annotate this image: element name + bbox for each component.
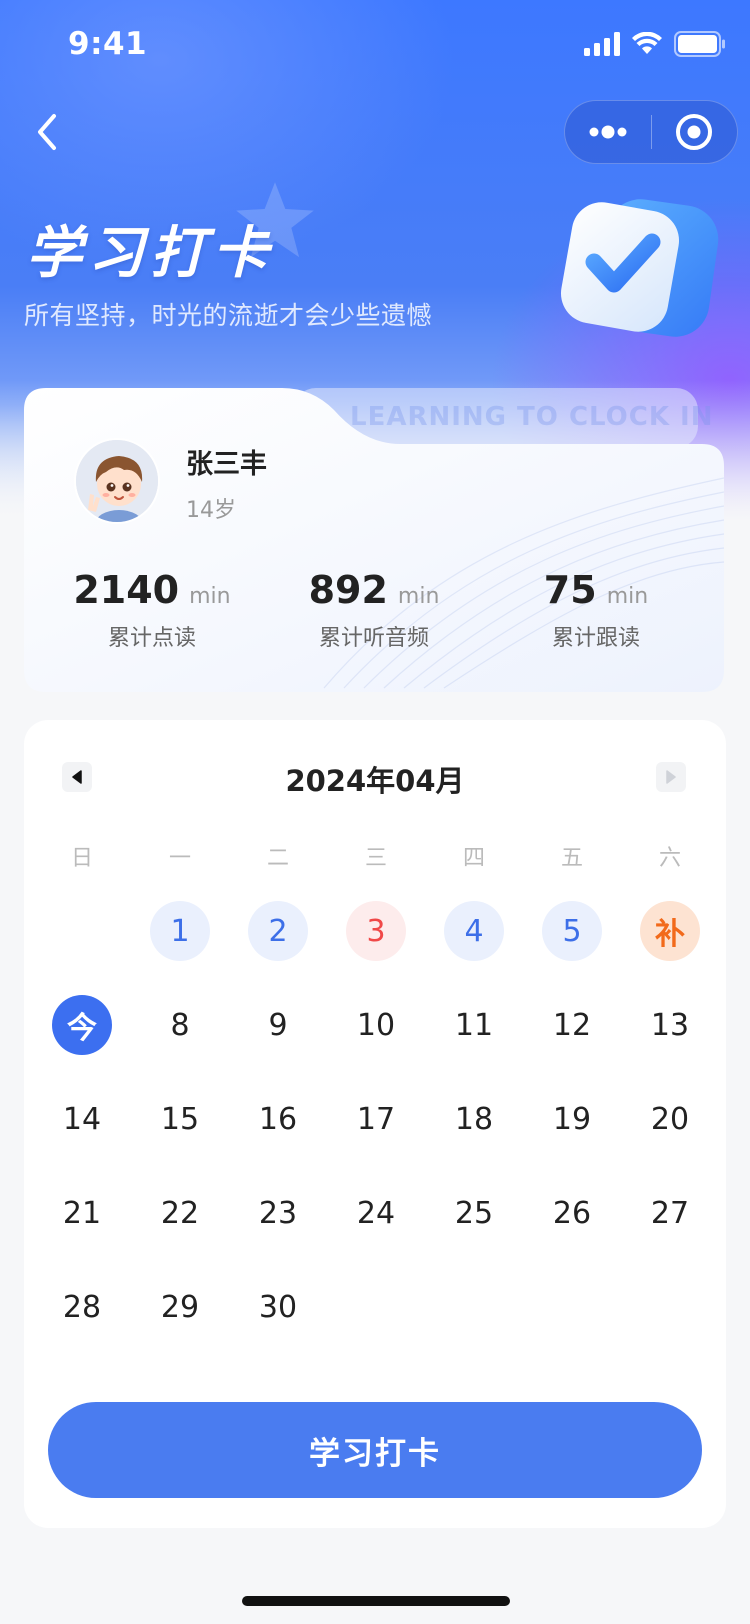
stat-read-minutes: 2140 min 累计点读: [42, 568, 262, 652]
stat-unit: min: [606, 584, 649, 609]
home-indicator: [242, 1596, 510, 1606]
stat-label: 累计听音频: [318, 626, 429, 651]
calendar-month-label: 2024年04月: [285, 764, 465, 798]
profile-card: LEARNING TO CLOCK IN 张三丰 14岁 2140 min 累计…: [24, 388, 724, 692]
stat-follow-read-minutes: 75 min 累计跟读: [486, 568, 706, 652]
calendar-day-normal[interactable]: 22: [150, 1183, 210, 1243]
stat-value-row: 75 min: [486, 568, 706, 612]
page-title: 学习打卡: [26, 221, 274, 286]
avatar-illustration: [76, 440, 158, 522]
calendar-day-normal[interactable]: 18: [444, 1089, 504, 1149]
status-icons: [584, 30, 726, 58]
calendar-day-normal[interactable]: 25: [444, 1183, 504, 1243]
stat-unit: min: [189, 584, 231, 609]
stat-label: 累计跟读: [551, 626, 640, 651]
calendar-day-normal[interactable]: 8: [150, 995, 210, 1055]
triangle-right-icon: [666, 770, 676, 784]
weekday-label: 三: [364, 846, 387, 871]
calendar-day-normal[interactable]: 13: [640, 995, 700, 1055]
avatar[interactable]: [74, 438, 160, 524]
stat-unit: min: [397, 584, 440, 609]
calendar-day-normal[interactable]: 14: [52, 1089, 112, 1149]
status-time: 9:41: [68, 26, 148, 62]
calendar-day-checked[interactable]: 2: [248, 901, 308, 961]
stat-label: 累计点读: [107, 626, 196, 651]
calendar-day-missed[interactable]: 3: [346, 901, 406, 961]
more-dots-icon: [589, 125, 627, 139]
calendar-day-normal[interactable]: 10: [346, 995, 406, 1055]
status-bar: 9:41: [0, 0, 750, 88]
weekday-label: 日: [70, 846, 93, 871]
calendar-day-normal[interactable]: 15: [150, 1089, 210, 1149]
weekday-label: 一: [168, 846, 191, 871]
calendar-day-normal[interactable]: 26: [542, 1183, 602, 1243]
calendar-day-normal[interactable]: 27: [640, 1183, 700, 1243]
checkin-button[interactable]: 学习打卡: [48, 1402, 702, 1498]
checkmark-badge-icon: [560, 199, 719, 337]
target-circle-icon: [676, 114, 713, 150]
calendar-day-normal[interactable]: 9: [248, 995, 308, 1055]
user-age: 14岁: [186, 498, 236, 523]
calendar-day-checked[interactable]: 4: [444, 901, 504, 961]
chevron-left-icon: [38, 114, 56, 150]
calendar-day-normal[interactable]: 23: [248, 1183, 308, 1243]
calendar-day-normal[interactable]: 17: [346, 1089, 406, 1149]
calendar-day-normal[interactable]: 12: [542, 995, 602, 1055]
calendar-day-normal[interactable]: 30: [248, 1277, 308, 1337]
calendar-day-checked[interactable]: 5: [542, 901, 602, 961]
weekday-label: 五: [560, 846, 583, 871]
calendar-day-normal[interactable]: 20: [640, 1089, 700, 1149]
stat-value: 892: [308, 568, 388, 612]
back-button[interactable]: [26, 108, 66, 156]
calendar-day-makeup[interactable]: 补: [640, 901, 700, 961]
next-month-button[interactable]: [656, 762, 686, 792]
more-button[interactable]: [565, 100, 651, 164]
wifi-icon: [632, 32, 662, 54]
calendar-day-today[interactable]: 今: [52, 995, 112, 1055]
cellular-signal-icon: [584, 32, 620, 56]
calendar-day-normal[interactable]: 19: [542, 1089, 602, 1149]
calendar-day-normal[interactable]: 28: [52, 1277, 112, 1337]
calendar-day-normal[interactable]: 24: [346, 1183, 406, 1243]
weekday-label: 二: [266, 846, 289, 871]
calendar-day-normal[interactable]: 16: [248, 1089, 308, 1149]
weekday-label: 六: [658, 846, 681, 871]
close-button[interactable]: [652, 100, 738, 164]
card-watermark: LEARNING TO CLOCK IN: [350, 402, 714, 432]
calendar-day-checked[interactable]: 1: [150, 901, 210, 961]
checkin-screen: 9:41 学习打卡 所有坚持，时光的流逝才会少些遗憾 LEARNING TO C…: [0, 0, 750, 1624]
battery-icon: [674, 31, 725, 57]
calendar-day-normal[interactable]: 11: [444, 995, 504, 1055]
miniprogram-capsule: [564, 100, 738, 164]
stat-value: 75: [543, 568, 597, 612]
stat-value-row: 2140 min: [42, 568, 262, 612]
calendar-day-normal[interactable]: 21: [52, 1183, 112, 1243]
page-subtitle: 所有坚持，时光的流逝才会少些遗憾: [24, 301, 433, 330]
stat-audio-minutes: 892 min 累计听音频: [264, 568, 484, 652]
weekday-label: 四: [462, 846, 485, 871]
stat-value: 2140: [73, 568, 180, 612]
calendar-card: 2024年04月 日一二三四五六 1 2 3 4 5 补今 8 9 10 11 12 13 14 15 16…: [24, 720, 726, 1528]
stat-value-row: 892 min: [264, 568, 484, 612]
user-name: 张三丰: [186, 449, 267, 480]
calendar-day-normal[interactable]: 29: [150, 1277, 210, 1337]
